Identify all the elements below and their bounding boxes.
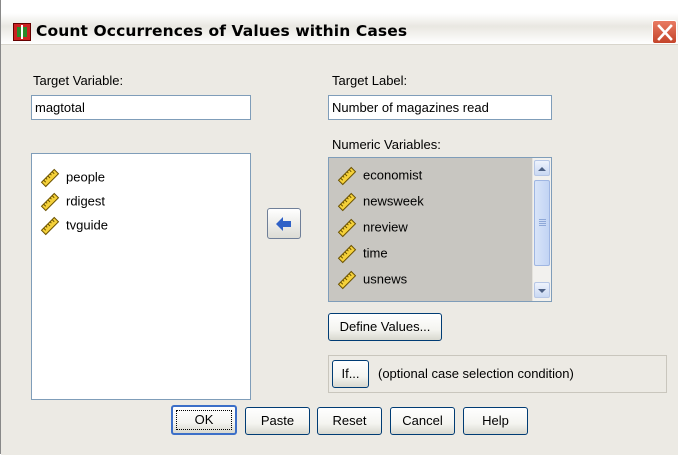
scale-variable-icon xyxy=(337,192,357,211)
close-icon xyxy=(657,24,673,41)
scroll-down-button[interactable] xyxy=(534,282,550,298)
list-item[interactable]: nreview xyxy=(337,216,408,238)
target-label-input[interactable]: Number of magazines read xyxy=(328,95,552,120)
target-variable-label: Target Variable: xyxy=(33,73,124,88)
spss-dialog-icon xyxy=(13,23,31,41)
chevron-down-icon xyxy=(538,289,546,293)
list-item[interactable]: people xyxy=(40,166,105,188)
if-condition-group: If... (optional case selection condition… xyxy=(328,355,667,393)
list-item[interactable]: rdigest xyxy=(40,190,105,212)
title-bar[interactable]: Count Occurrences of Values within Cases xyxy=(1,0,678,44)
list-item[interactable]: economist xyxy=(337,164,422,186)
paste-button[interactable]: Paste xyxy=(245,407,310,435)
scale-variable-icon xyxy=(40,192,60,211)
list-item[interactable]: time xyxy=(337,242,388,264)
define-values-button[interactable]: Define Values... xyxy=(328,313,442,341)
close-button[interactable] xyxy=(652,20,677,44)
numeric-variables-label: Numeric Variables: xyxy=(332,137,441,152)
scroll-up-button[interactable] xyxy=(534,160,550,176)
cancel-button[interactable]: Cancel xyxy=(390,407,455,435)
list-item[interactable]: usnews xyxy=(337,268,407,290)
scroll-thumb[interactable] xyxy=(534,180,550,266)
move-variable-button[interactable] xyxy=(267,208,301,239)
scale-variable-icon xyxy=(337,244,357,263)
source-variable-list[interactable]: people rdigest tvguide xyxy=(31,153,251,400)
focus-rect xyxy=(176,410,232,430)
scale-variable-icon xyxy=(40,168,60,187)
scale-variable-icon xyxy=(337,270,357,289)
numeric-list-scrollbar[interactable] xyxy=(532,158,551,301)
dialog-window: Count Occurrences of Values within Cases… xyxy=(0,0,678,455)
list-item[interactable]: tvguide xyxy=(40,214,108,236)
list-item[interactable]: newsweek xyxy=(337,190,424,212)
help-button[interactable]: Help xyxy=(463,407,528,435)
scale-variable-icon xyxy=(337,218,357,237)
arrow-left-icon xyxy=(276,217,291,231)
if-button[interactable]: If... xyxy=(332,360,369,388)
if-condition-text: (optional case selection condition) xyxy=(378,366,574,381)
numeric-variables-list[interactable]: economist newsweek nreview time usnews xyxy=(328,157,552,302)
scale-variable-icon xyxy=(337,166,357,185)
chevron-up-icon xyxy=(538,167,546,171)
dialog-title: Count Occurrences of Values within Cases xyxy=(36,22,408,40)
scale-variable-icon xyxy=(40,216,60,235)
reset-button[interactable]: Reset xyxy=(317,407,382,435)
target-label-label: Target Label: xyxy=(332,73,408,88)
ok-button[interactable]: OK xyxy=(171,405,237,435)
dialog-content: Target Variable: magtotal Target Label: … xyxy=(1,44,678,455)
target-variable-input[interactable]: magtotal xyxy=(31,95,251,120)
